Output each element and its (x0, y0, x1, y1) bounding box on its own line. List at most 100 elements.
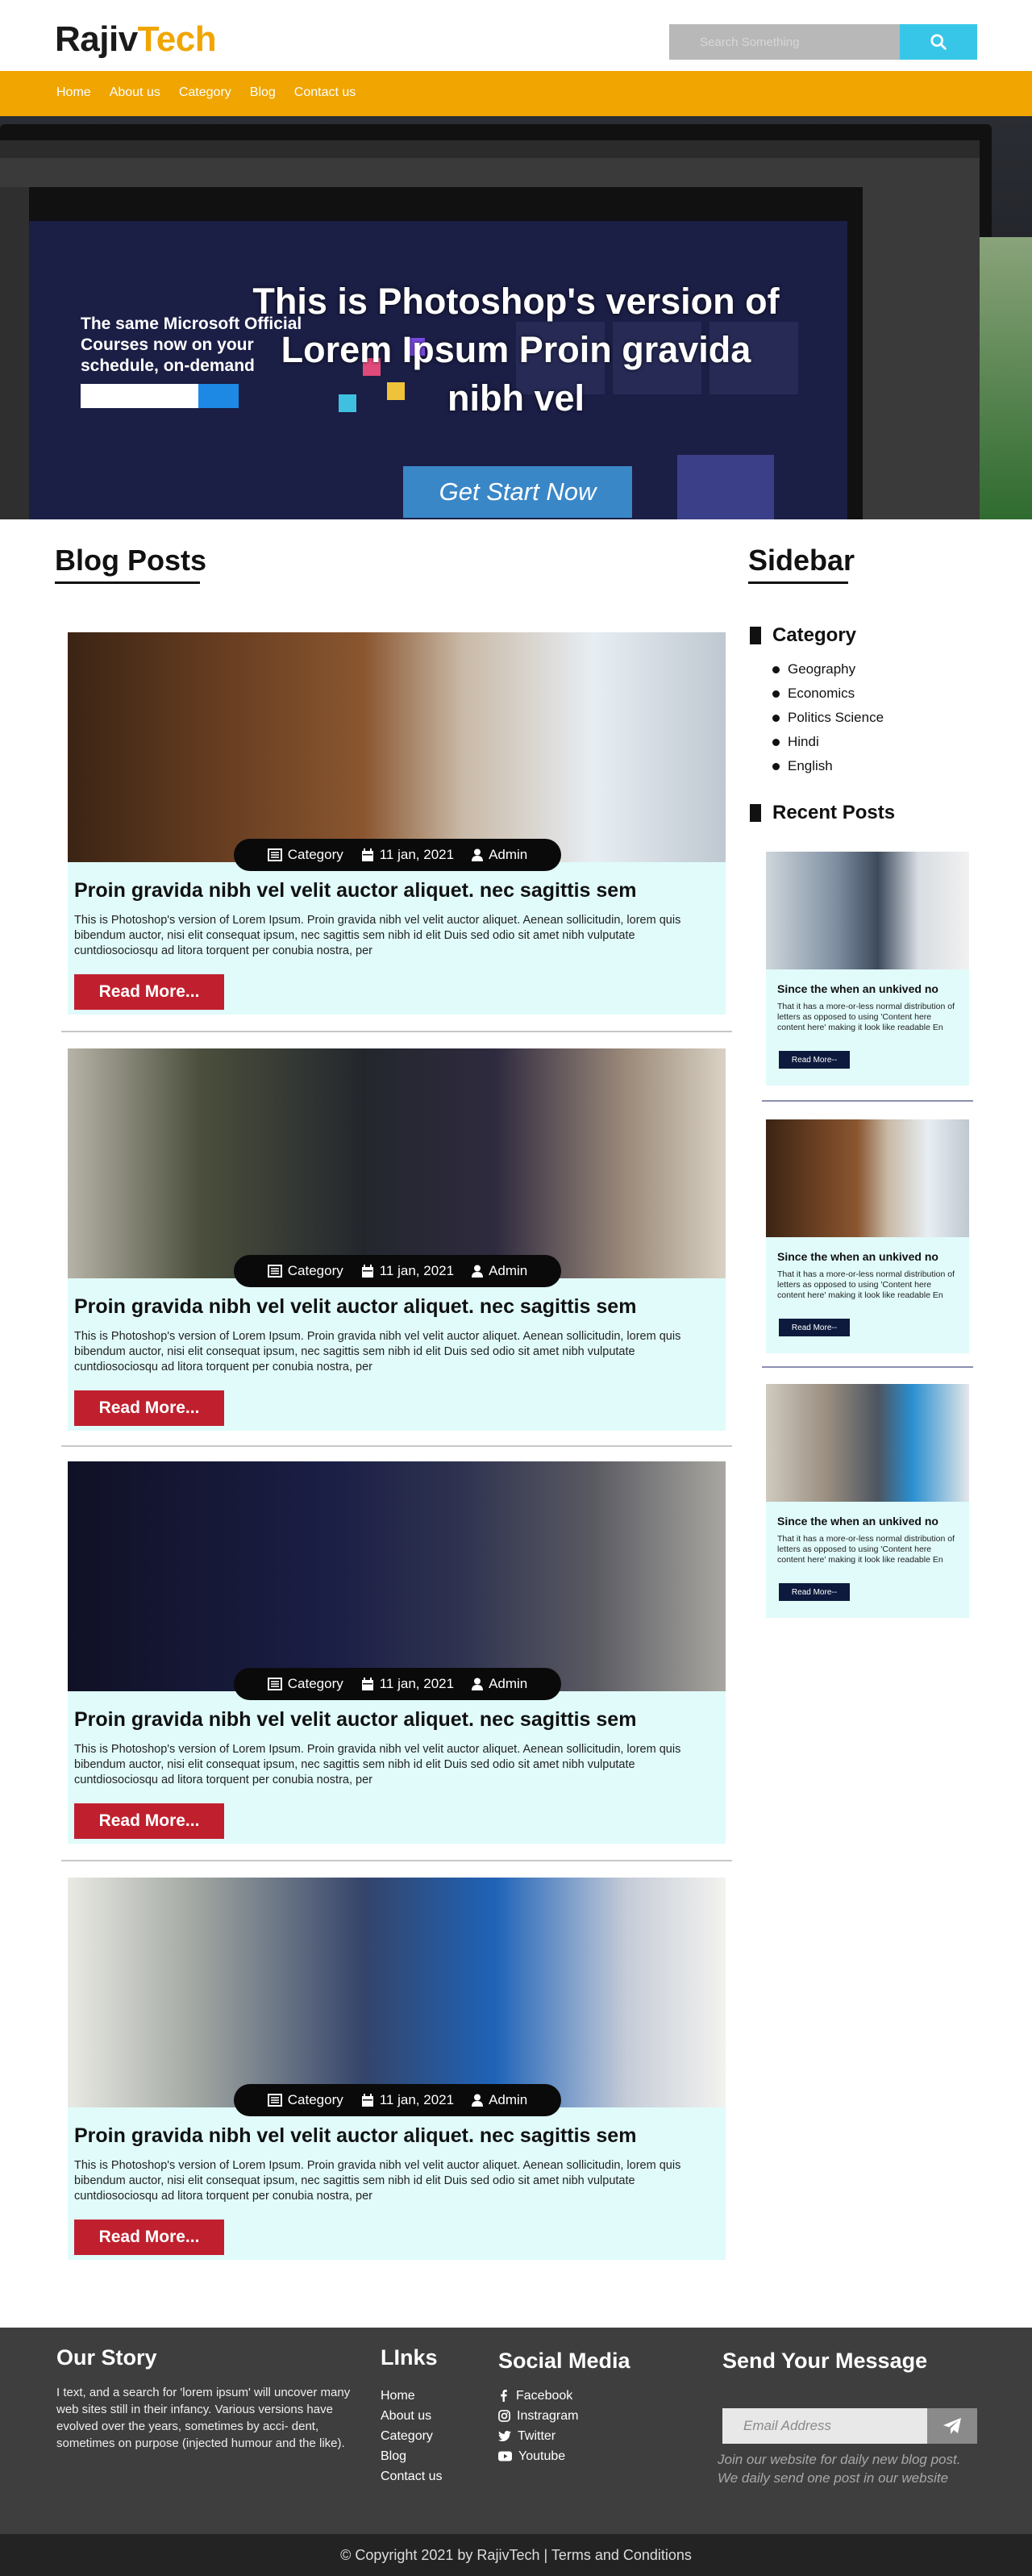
our-story-heading: Our Story (56, 2345, 157, 2370)
nav-item-category[interactable]: Category (179, 85, 231, 100)
post-title[interactable]: Proin gravida nibh vel velit auctor aliq… (74, 2124, 719, 2148)
post-excerpt: This is Photoshop's version of Lorem Ips… (74, 1743, 681, 1786)
hero-image-right-panel (863, 187, 980, 519)
copyright-bar: © Copyright 2021 by RajivTech | Terms an… (0, 2534, 1032, 2576)
category-item-hindi[interactable]: Hindi (772, 730, 884, 754)
site-footer: Our Story I text, and a search for 'lore… (0, 2328, 1032, 2534)
blog-post-card: Category 11 jan, 2021 Admin Proin gravid… (68, 1048, 726, 1431)
send-button[interactable] (927, 2408, 977, 2444)
post-image[interactable] (68, 1048, 726, 1278)
social-link-youtube[interactable]: Youtube (498, 2446, 578, 2466)
category-item-economics[interactable]: Economics (772, 682, 884, 706)
footer-link-category[interactable]: Category (381, 2426, 442, 2446)
post-image[interactable] (68, 1878, 726, 2107)
site-logo[interactable]: RajivTech (55, 19, 217, 60)
read-more-button[interactable]: Read More... (74, 1390, 224, 1426)
post-date-label: 11 jan, 2021 (379, 1676, 455, 1691)
post-date: 11 jan, 2021 (361, 1263, 454, 1279)
read-more-button[interactable]: Read More... (74, 974, 224, 1010)
newspaper-icon (267, 1265, 282, 1278)
read-more-button[interactable]: Read More... (74, 2220, 224, 2255)
post-image[interactable] (68, 632, 726, 862)
main-nav: Home About us Category Blog Contact us (0, 71, 1032, 116)
newspaper-icon (267, 848, 282, 861)
search-input[interactable] (669, 24, 900, 60)
social-link-facebook[interactable]: Facebook (498, 2386, 578, 2406)
hero-image-toolbar (0, 158, 980, 187)
send-message-heading: Send Your Message (722, 2349, 928, 2373)
recent-post-text: That it has a more-or-less normal distri… (777, 1534, 955, 1565)
nav-item-blog[interactable]: Blog (250, 85, 276, 100)
newspaper-icon (267, 1678, 282, 1690)
site-header: RajivTech (0, 0, 1032, 71)
post-title[interactable]: Proin gravida nibh vel velit auctor aliq… (74, 1708, 719, 1732)
social-label: Facebook (516, 2389, 573, 2403)
post-category[interactable]: Category (267, 1263, 343, 1279)
recent-post-image[interactable] (766, 1384, 969, 1502)
footer-link-home[interactable]: Home (381, 2386, 442, 2406)
nav-item-about[interactable]: About us (110, 85, 160, 100)
hero-image-card (677, 455, 774, 519)
our-story-text: I text, and a search for 'lorem ipsum' w… (56, 2386, 351, 2450)
post-meta: Category 11 jan, 2021 Admin (234, 1668, 561, 1700)
nav-item-contact[interactable]: Contact us (294, 85, 356, 100)
footer-link-blog[interactable]: Blog (381, 2446, 442, 2466)
post-meta: Category 11 jan, 2021 Admin (234, 2084, 561, 2116)
post-image[interactable] (68, 1461, 726, 1691)
social-link-instagram[interactable]: Instragram (498, 2406, 578, 2426)
user-icon (472, 848, 484, 861)
post-category[interactable]: Category (267, 1676, 343, 1692)
category-item-english[interactable]: English (772, 754, 884, 778)
post-category[interactable]: Category (267, 2092, 343, 2108)
post-meta: Category 11 jan, 2021 Admin (234, 839, 561, 871)
post-title[interactable]: Proin gravida nibh vel velit auctor aliq… (74, 879, 719, 902)
post-category-label: Category (287, 1263, 343, 1278)
nav-item-home[interactable]: Home (56, 85, 91, 100)
newsletter-description: Join our website for daily new blog post… (718, 2452, 961, 2486)
paper-plane-icon (943, 2418, 961, 2434)
recent-post-title[interactable]: Since the when an unkived no (777, 1515, 938, 1528)
calendar-icon (361, 1677, 373, 1690)
get-started-button[interactable]: Get Start Now (403, 466, 632, 518)
newsletter-form (722, 2408, 977, 2444)
sidebar-heading: Sidebar (748, 544, 855, 584)
recent-read-more-button[interactable]: Read More-- (779, 1319, 850, 1336)
post-date: 11 jan, 2021 (361, 847, 454, 863)
post-author[interactable]: Admin (472, 2092, 527, 2108)
recent-post-image[interactable] (766, 1119, 969, 1237)
post-author[interactable]: Admin (472, 1676, 527, 1692)
post-author[interactable]: Admin (472, 1263, 527, 1279)
post-author-label: Admin (489, 847, 528, 862)
post-author-label: Admin (489, 1676, 528, 1691)
post-category-label: Category (287, 847, 343, 862)
recent-read-more-button[interactable]: Read More-- (779, 1583, 850, 1601)
recent-post-image[interactable] (766, 852, 969, 969)
category-item-geography[interactable]: Geography (772, 657, 884, 682)
search-button[interactable] (900, 24, 977, 60)
hero-title: This is Photoshop's version of Lorem Ips… (252, 281, 780, 419)
hero-banner: The same Microsoft Official Courses now … (0, 116, 1032, 519)
links-heading: LInks (381, 2345, 438, 2370)
copyright-text: © Copyright 2021 by RajivTech | Terms an… (340, 2546, 692, 2563)
post-category[interactable]: Category (267, 847, 343, 863)
facebook-icon (501, 2390, 507, 2402)
logo-part-1: Rajiv (55, 19, 138, 59)
read-more-button[interactable]: Read More... (74, 1803, 224, 1839)
footer-link-about[interactable]: About us (381, 2406, 442, 2426)
social-link-twitter[interactable]: Twitter (498, 2426, 578, 2446)
hero-image-plant (980, 237, 1032, 519)
post-author[interactable]: Admin (472, 847, 527, 863)
footer-link-contact[interactable]: Contact us (381, 2466, 442, 2486)
footer-links: Home About us Category Blog Contact us (381, 2386, 442, 2486)
email-input[interactable] (722, 2408, 927, 2444)
search-bar (669, 24, 977, 60)
post-date: 11 jan, 2021 (361, 2092, 454, 2108)
recent-post-title[interactable]: Since the when an unkived no (777, 1250, 938, 1263)
calendar-icon (361, 848, 373, 861)
post-title[interactable]: Proin gravida nibh vel velit auctor aliq… (74, 1295, 719, 1319)
recent-post-title[interactable]: Since the when an unkived no (777, 982, 938, 995)
category-item-politics-science[interactable]: Politics Science (772, 706, 884, 730)
hero-image-left-panel (0, 187, 29, 519)
recent-read-more-button[interactable]: Read More-- (779, 1051, 850, 1069)
post-author-label: Admin (489, 2092, 528, 2107)
